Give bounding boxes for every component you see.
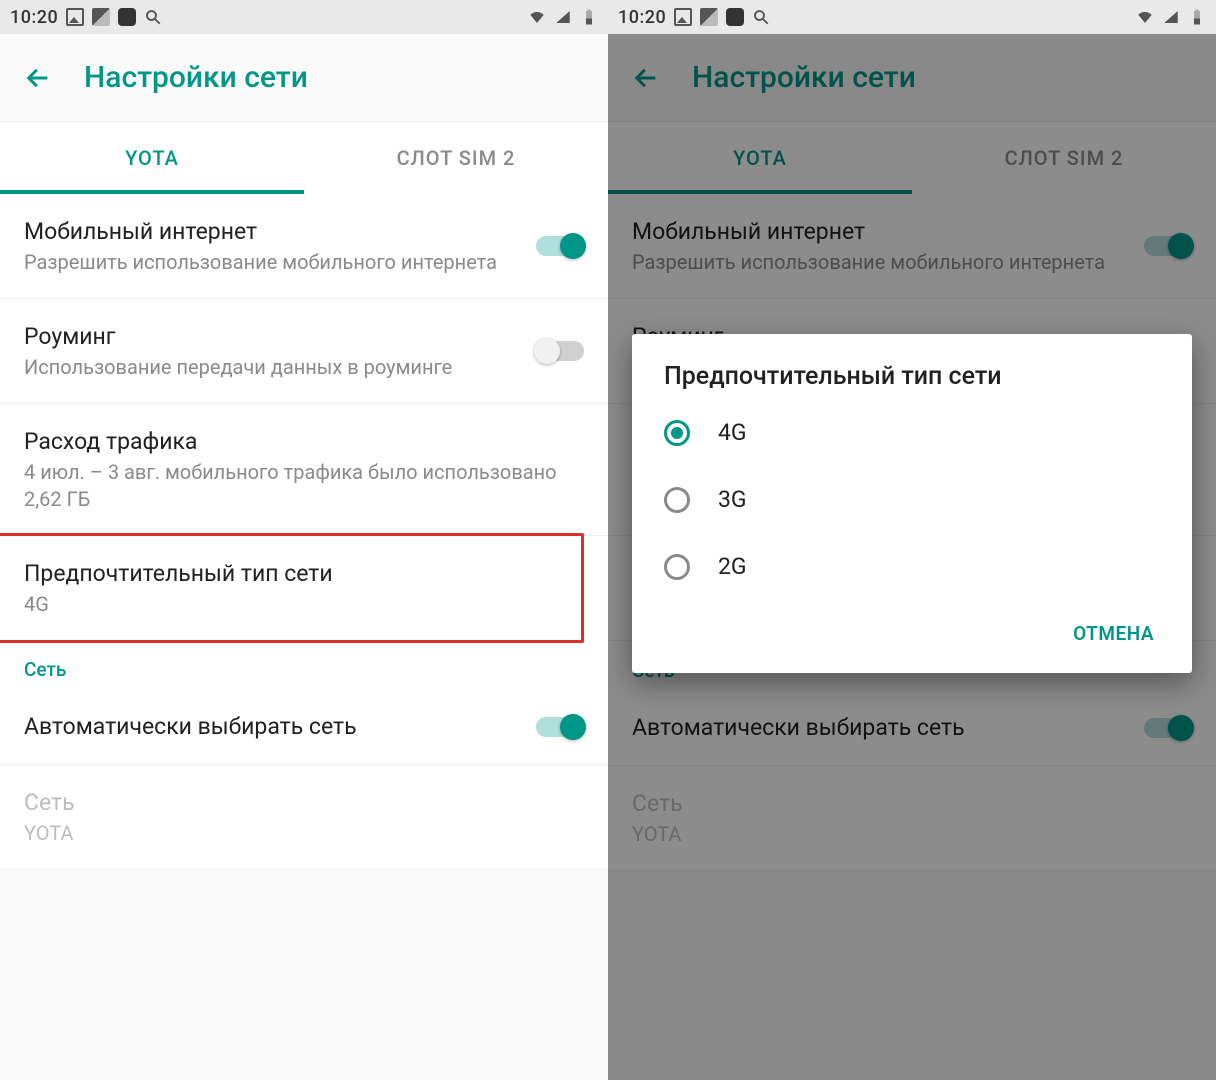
tab-yota[interactable]: YOTA: [608, 122, 912, 194]
row-title: Автоматически выбирать сеть: [632, 712, 1128, 743]
row-auto-select-network[interactable]: Автоматически выбирать сеть: [608, 690, 1216, 766]
highlight-box: Предпочтительный тип сети 4G: [0, 533, 584, 643]
image-icon: [66, 8, 84, 26]
row-data-usage[interactable]: Расход трафика 4 июл. – 3 авг. мобильног…: [0, 404, 608, 536]
back-button[interactable]: [20, 60, 56, 96]
search-icon: [144, 8, 162, 26]
row-subtitle: YOTA: [632, 821, 1176, 848]
row-network-operator: Сеть YOTA: [608, 766, 1216, 871]
row-auto-select-network[interactable]: Автоматически выбирать сеть: [0, 689, 608, 765]
row-network-operator: Сеть YOTA: [0, 765, 608, 870]
radio-icon: [664, 487, 690, 513]
wifi-icon: [528, 8, 546, 26]
sim-tabs: YOTA СЛОТ SIM 2: [608, 122, 1216, 194]
option-label: 3G: [718, 486, 747, 513]
phone-screen-right: 10:20 Настройки сети YOTA СЛОТ SI: [608, 0, 1216, 1080]
wifi-icon: [1136, 8, 1154, 26]
row-preferred-network[interactable]: Предпочтительный тип сети 4G: [0, 536, 581, 640]
status-bar: 10:20: [0, 0, 608, 34]
row-subtitle: 4 июл. – 3 авг. мобильного трафика было …: [24, 459, 568, 513]
status-clock: 10:20: [618, 7, 666, 28]
switch-mobile-data[interactable]: [1144, 236, 1192, 256]
app-bar: Настройки сети: [0, 34, 608, 122]
image-icon: [674, 8, 692, 26]
app-bar: Настройки сети: [608, 34, 1216, 122]
tab-yota[interactable]: YOTA: [0, 122, 304, 194]
tab-sim2[interactable]: СЛОТ SIM 2: [912, 122, 1216, 194]
square-icon: [726, 8, 744, 26]
page-title: Настройки сети: [84, 60, 308, 95]
sim-tabs: YOTA СЛОТ SIM 2: [0, 122, 608, 194]
row-title: Мобильный интернет: [24, 216, 520, 247]
row-title: Предпочтительный тип сети: [24, 558, 541, 589]
tab-sim2[interactable]: СЛОТ SIM 2: [304, 122, 608, 194]
option-4g[interactable]: 4G: [632, 399, 1192, 466]
row-subtitle: Разрешить использование мобильного интер…: [24, 249, 520, 276]
preferred-network-dialog: Предпочтительный тип сети 4G 3G 2G ОТМЕН…: [632, 334, 1192, 673]
row-subtitle: Разрешить использование мобильного интер…: [632, 249, 1128, 276]
row-title: Сеть: [24, 787, 568, 818]
row-title: Мобильный интернет: [632, 216, 1128, 247]
cellular-icon: [554, 8, 572, 26]
battery-icon: [580, 8, 598, 26]
row-subtitle: Использование передачи данных в роуминге: [24, 354, 520, 381]
status-bar: 10:20: [608, 0, 1216, 34]
radio-icon: [664, 554, 690, 580]
row-title: Автоматически выбирать сеть: [24, 711, 520, 742]
row-mobile-data[interactable]: Мобильный интернет Разрешить использован…: [0, 194, 608, 299]
row-subtitle: 4G: [24, 591, 541, 618]
back-button[interactable]: [628, 60, 664, 96]
radio-checked-icon: [664, 420, 690, 446]
cellular-icon: [1162, 8, 1180, 26]
search-icon: [752, 8, 770, 26]
switch-auto-network[interactable]: [536, 717, 584, 737]
page-title: Настройки сети: [692, 60, 916, 95]
crop-icon: [700, 8, 718, 26]
square-icon: [118, 8, 136, 26]
switch-roaming[interactable]: [536, 341, 584, 361]
row-title: Сеть: [632, 788, 1176, 819]
row-roaming[interactable]: Роуминг Использование передачи данных в …: [0, 299, 608, 404]
cancel-button[interactable]: ОТМЕНА: [1059, 612, 1168, 655]
row-subtitle: YOTA: [24, 820, 568, 847]
option-2g[interactable]: 2G: [632, 533, 1192, 600]
status-clock: 10:20: [10, 7, 58, 28]
row-title: Роуминг: [24, 321, 520, 352]
option-label: 4G: [718, 419, 747, 446]
row-mobile-data[interactable]: Мобильный интернет Разрешить использован…: [608, 194, 1216, 299]
switch-auto-network[interactable]: [1144, 718, 1192, 738]
section-network: Сеть: [0, 640, 608, 689]
crop-icon: [92, 8, 110, 26]
option-3g[interactable]: 3G: [632, 466, 1192, 533]
switch-mobile-data[interactable]: [536, 236, 584, 256]
phone-screen-left: 10:20 Настройки сети YOTA СЛОТ SI: [0, 0, 608, 1080]
option-label: 2G: [718, 553, 747, 580]
battery-icon: [1188, 8, 1206, 26]
dialog-title: Предпочтительный тип сети: [632, 362, 1192, 399]
row-title: Расход трафика: [24, 426, 568, 457]
